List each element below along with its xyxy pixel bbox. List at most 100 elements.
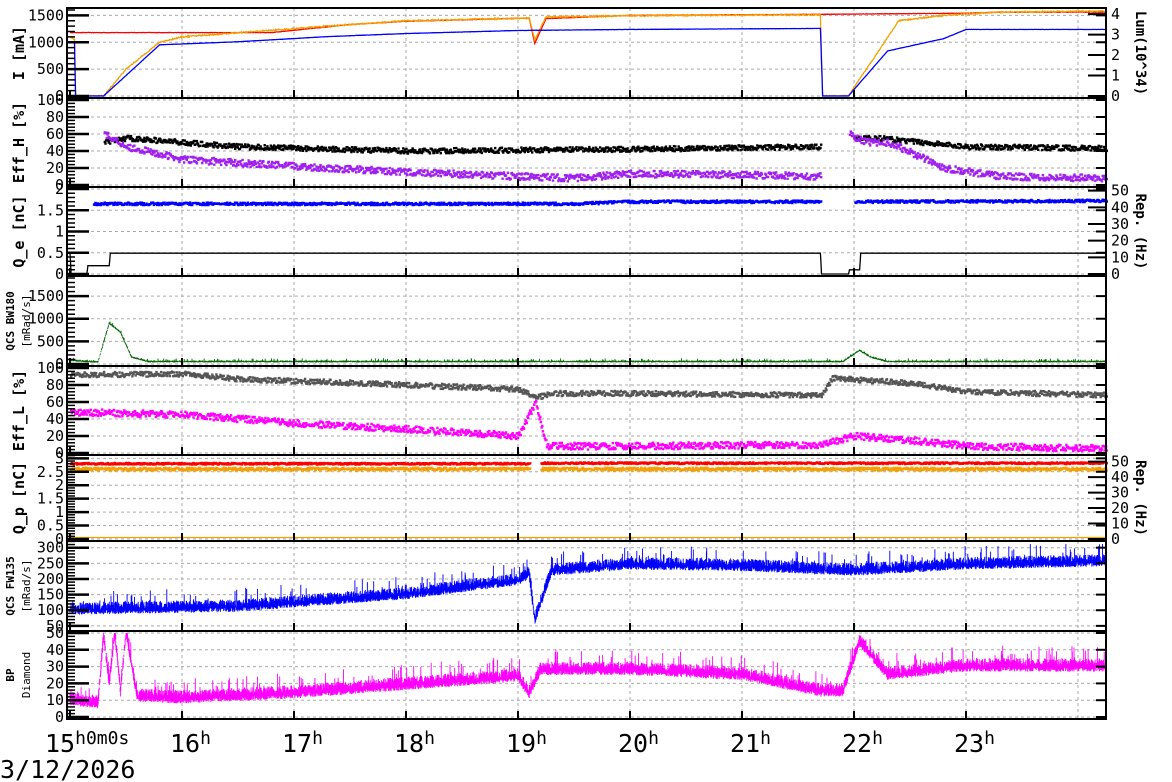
y-tick-label: 1500 — [28, 287, 64, 305]
panel-qe: 00.511.52Q_e [nC]01020304050Rep. (Hz) — [10, 180, 1148, 283]
y-tick-label: 1000 — [28, 33, 64, 51]
series-fw135-0 — [69, 543, 1107, 624]
x-tick-suffix: h — [312, 728, 323, 749]
series-effh-0 — [103, 134, 1109, 155]
y-axis-label: BP — [4, 668, 17, 682]
right-tick-label: 10 — [1111, 515, 1129, 533]
x-tick-label: 22h — [842, 728, 883, 758]
y-tick-label: 100 — [37, 91, 64, 109]
y-tick-label: 3 — [55, 449, 64, 467]
y-tick-label: 250 — [37, 554, 64, 572]
y-tick-label: 20 — [46, 427, 64, 445]
right-axis-label: Rep. (Hz) — [1132, 194, 1148, 270]
right-tick-label: 1 — [1111, 67, 1120, 85]
x-tick-hour: 22 — [842, 729, 872, 758]
panel-bp: 01020304050 BP Diamond — [4, 624, 1107, 726]
series-effl-1 — [70, 399, 1108, 454]
right-tick-label: 0 — [1111, 530, 1120, 548]
y-tick-label: 60 — [46, 393, 64, 411]
panel-frame — [66, 7, 1107, 99]
x-tick-suffix: h0m0s — [75, 728, 129, 749]
series-bp-0 — [69, 633, 1107, 709]
right-tick-label: 2 — [1111, 46, 1120, 64]
x-tick-suffix: h — [536, 728, 547, 749]
right-tick-label: 30 — [1111, 484, 1129, 502]
y-tick-label: 2 — [55, 180, 64, 198]
right-tick-label: 0 — [1111, 87, 1120, 105]
right-tick-label: 10 — [1111, 248, 1129, 266]
y-tick-label: 300 — [37, 539, 64, 557]
right-tick-label: 3 — [1111, 26, 1120, 44]
x-tick-suffix: h — [760, 728, 771, 749]
x-tick-hour: 19 — [506, 729, 536, 758]
x-tick-label: 20h — [618, 728, 659, 758]
right-tick-label: 0 — [1111, 265, 1120, 283]
x-tick-suffix: h — [872, 728, 883, 749]
x-tick-suffix: h — [648, 728, 659, 749]
y-tick-label: 1500 — [28, 6, 64, 24]
series-qp-1 — [70, 461, 1108, 466]
y-axis-label: Eff_H [%] — [10, 102, 28, 183]
x-tick-hour: 17 — [282, 729, 312, 758]
right-tick-label: 40 — [1111, 468, 1129, 486]
y-tick-label: 0 — [55, 265, 64, 283]
panel-current: 050010001500I [mA]01234 Lum(10^34) — [10, 5, 1148, 105]
series-qp-0 — [70, 466, 1108, 472]
y-tick-label: 1.5 — [37, 201, 64, 219]
x-tick-label: 18h — [394, 728, 435, 758]
y-axis-label-2: Diamond — [20, 652, 33, 698]
y-axis-label: I [mA] — [10, 26, 28, 80]
panel-bw180: 050010001500QCS BW180 [mRad/s] — [4, 275, 1107, 373]
x-tick-suffix: h — [200, 728, 211, 749]
panel-qp: 00.511.522.53Q_p [nC]01020304050 Rep. (Hz… — [10, 449, 1148, 548]
x-tick-label: 19h — [506, 728, 547, 758]
right-tick-label: 50 — [1111, 453, 1129, 471]
panel-fw135: 50100150200250300QCS FW135 [mRad/s] — [4, 539, 1107, 635]
series-bw180-0 — [69, 321, 1107, 363]
panel-effh: 020406080100Eff_H [%] — [10, 91, 1109, 194]
y-tick-label: 100 — [37, 601, 64, 619]
y-axis-label: Q_p [nC] — [10, 462, 28, 534]
x-tick-suffix: h — [984, 728, 995, 749]
y-tick-label: 40 — [46, 410, 64, 428]
y-tick-label: 500 — [37, 60, 64, 78]
right-axis-label: Lum(10^34) — [1132, 11, 1148, 95]
y-tick-label: 40 — [46, 142, 64, 160]
y-tick-label: 50 — [46, 624, 64, 642]
y-axis-label-2: [mRad/s] — [20, 295, 33, 348]
y-tick-label: 200 — [37, 570, 64, 588]
x-tick-suffix: h — [424, 728, 435, 749]
y-axis-label: Eff_L [%] — [10, 370, 28, 451]
series-current-2 — [70, 27, 1107, 97]
y-tick-label: 0.5 — [37, 244, 64, 262]
y-tick-label: 20 — [46, 159, 64, 177]
right-tick-label: 20 — [1111, 232, 1129, 250]
right-tick-label: 50 — [1111, 182, 1129, 200]
panel-frame — [66, 540, 1107, 632]
date-label: 3/12/2026 — [0, 755, 135, 782]
y-tick-label: 80 — [46, 108, 64, 126]
x-tick-label: 16h — [170, 728, 211, 758]
x-tick-hour: 23 — [954, 729, 984, 758]
y-axis-label-2: [mRad/s] — [20, 560, 33, 613]
x-tick-hour: 20 — [618, 729, 648, 758]
y-tick-label: 80 — [46, 376, 64, 394]
series-qe-0 — [92, 198, 1109, 207]
x-tick-hour: 16 — [170, 729, 200, 758]
x-tick-label: 17h — [282, 728, 323, 758]
right-tick-label: 4 — [1111, 5, 1120, 23]
y-tick-label: 500 — [37, 332, 64, 350]
y-tick-label: 1 — [55, 223, 64, 241]
y-axis-label: QCS BW180 — [4, 291, 17, 351]
panel-frame — [66, 630, 1107, 720]
y-tick-label: 40 — [46, 641, 64, 659]
series-current-1 — [69, 9, 1107, 97]
y-tick-label: 100 — [37, 359, 64, 377]
x-tick-hour: 18 — [394, 729, 424, 758]
panel-frame — [66, 275, 1107, 367]
y-tick-label: 30 — [46, 658, 64, 676]
panel-effl: 020406080100Eff_L [%] — [10, 359, 1108, 462]
y-tick-label: 60 — [46, 125, 64, 143]
multi-panel-accelerator-chart: 050010001500I [mA]01234 Lum(10^34)0204060… — [0, 5, 1148, 782]
y-tick-label: 10 — [46, 691, 64, 709]
